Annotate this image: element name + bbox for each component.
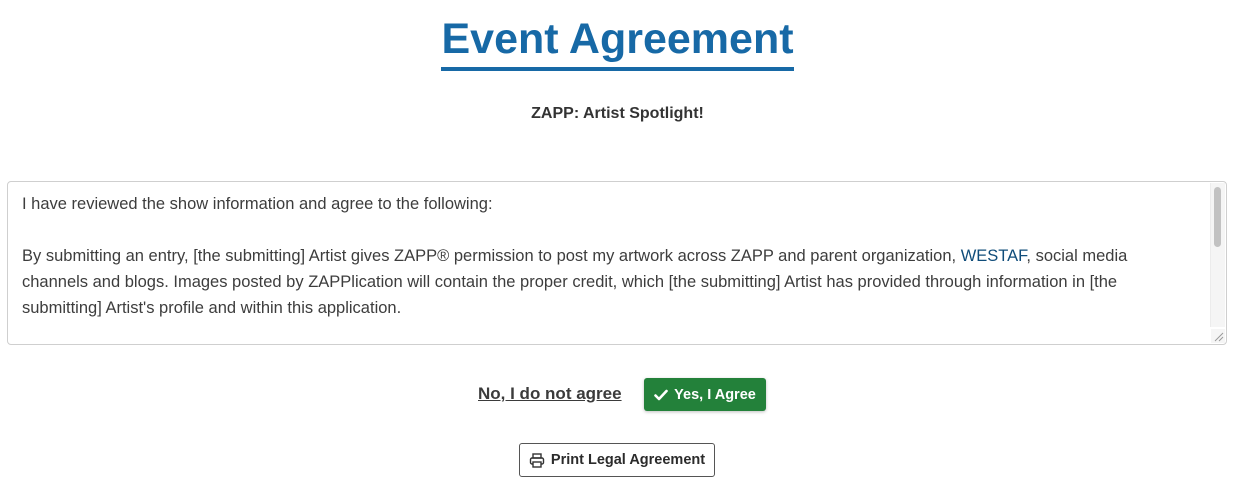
agreement-textarea[interactable]: I have reviewed the show information and… — [7, 181, 1227, 345]
agreement-text: I have reviewed the show information and… — [8, 182, 1226, 321]
westaf-link[interactable]: WESTAF — [961, 247, 1027, 265]
agreement-body-start: By submitting an entry, [the submitting]… — [22, 247, 961, 265]
decline-link[interactable]: No, I do not agree — [478, 384, 622, 404]
event-name: ZAPP: Artist Spotlight! — [531, 105, 704, 122]
agree-button[interactable]: Yes, I Agree — [644, 378, 766, 411]
textarea-scrollbar[interactable] — [1210, 183, 1225, 327]
scrollbar-thumb[interactable] — [1214, 187, 1221, 247]
print-button-label: Print Legal Agreement — [550, 452, 706, 468]
agreement-intro: I have reviewed the show information and… — [22, 195, 493, 213]
page-header: Event Agreement — [0, 12, 1235, 71]
agree-button-label: Yes, I Agree — [674, 386, 756, 403]
agreement-body: By submitting an entry, [the submitting]… — [22, 243, 1196, 321]
print-agreement-button[interactable]: Print Legal Agreement — [519, 443, 715, 477]
printer-icon — [529, 452, 545, 468]
check-icon — [654, 389, 668, 401]
resize-handle-icon[interactable] — [1211, 329, 1225, 343]
page-title: Event Agreement — [441, 12, 794, 71]
